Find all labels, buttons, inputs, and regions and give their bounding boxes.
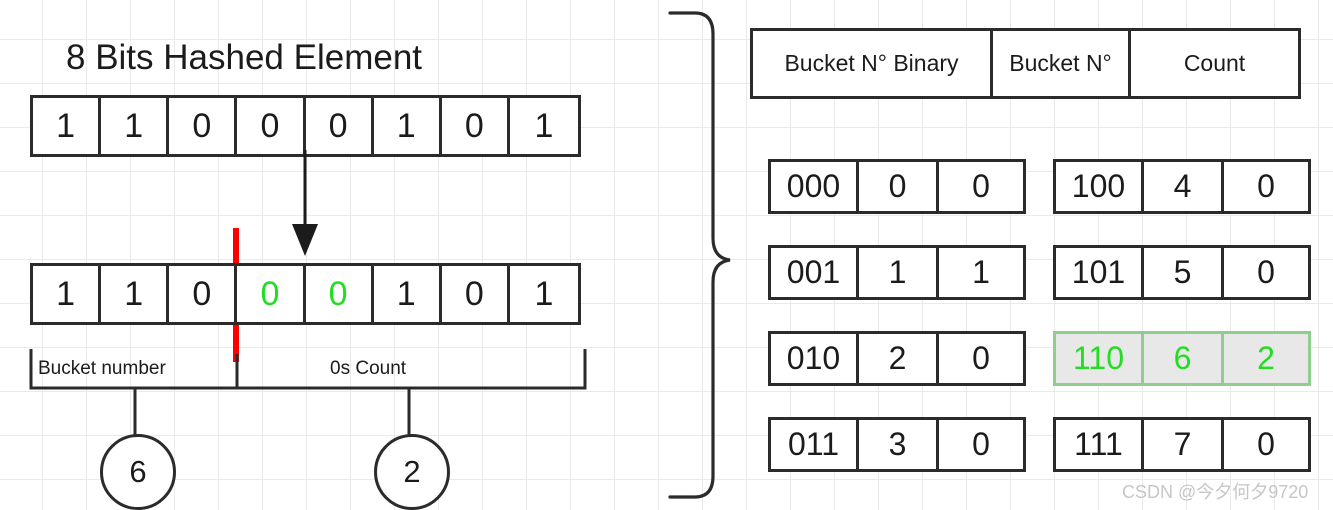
bucket-left-2-number: 2	[859, 334, 939, 383]
bucket-right-0-binary: 100	[1056, 162, 1144, 211]
bucket-right-1-number: 5	[1144, 248, 1224, 297]
bucket-right-3-number: 7	[1144, 420, 1224, 469]
bucket-table-header: Bucket N° Binary Bucket N° Count	[750, 28, 1301, 99]
bit-cell-split-1: 1	[101, 266, 170, 322]
header-cell-count: Count	[1131, 31, 1298, 96]
table-row: 111 7 0	[1053, 417, 1311, 472]
bucket-left-1-count: 1	[972, 254, 990, 290]
bit-cell-top-4: 0	[305, 98, 374, 154]
bit-cell-top-6: 0	[441, 98, 510, 154]
table-row: 010 2 0	[768, 331, 1026, 386]
header-cell-bucket-number: Bucket N°	[993, 31, 1131, 96]
bit-cell-top-0: 1	[33, 98, 102, 154]
bit-cell-split-5: 1	[373, 266, 442, 322]
diagram-canvas: 8 Bits Hashed Element 11000101 11000101 …	[0, 0, 1333, 510]
table-row: 000 0 0	[768, 159, 1026, 214]
header-cell-bucket-binary: Bucket N° Binary	[753, 31, 993, 96]
down-arrow-icon	[292, 150, 318, 256]
bucket-left-0-count: 0	[972, 168, 990, 204]
bucket-right-0-count: 0	[1257, 168, 1275, 204]
bucket-right-3-count: 0	[1257, 426, 1275, 462]
table-row: 011 3 0	[768, 417, 1026, 472]
bucket-left-3-binary: 011	[771, 420, 859, 469]
bucket-left-3-number: 3	[859, 420, 939, 469]
table-row: 101 5 0	[1053, 245, 1311, 300]
grouping-brace-icon	[668, 11, 731, 499]
bit-cell-split-3: 0	[237, 266, 306, 322]
bucket-left-2-count: 0	[972, 340, 990, 376]
table-row: 001 1 1	[768, 245, 1026, 300]
bracket-label-zeros-count: 0s Count	[330, 358, 407, 379]
bit-cell-split-7: 1	[509, 266, 578, 322]
bucket-right-1-count: 0	[1257, 254, 1275, 290]
bit-cell-top-5: 1	[373, 98, 442, 154]
hashed-bits-row-top: 11000101	[30, 95, 581, 157]
bucket-right-2-count: 2	[1257, 340, 1275, 376]
bucket-right-3-binary: 111	[1056, 420, 1144, 469]
table-row: 110 6 2	[1053, 331, 1311, 386]
bucket-right-2-binary: 110	[1056, 334, 1144, 383]
bucket-left-1-number: 1	[859, 248, 939, 297]
bucket-right-2-number: 6	[1144, 334, 1224, 383]
bit-cell-top-3: 0	[237, 98, 306, 154]
watermark-text: CSDN @今夕何夕9720	[1122, 482, 1309, 502]
bit-cell-split-0: 1	[33, 266, 102, 322]
table-row: 100 4 0	[1053, 159, 1311, 214]
result-circle-bucket-number: 6	[100, 434, 176, 510]
bucket-left-1-binary: 001	[771, 248, 859, 297]
bucket-left-2-binary: 010	[771, 334, 859, 383]
bucket-right-0-number: 4	[1144, 162, 1224, 211]
bit-cell-split-4: 0	[305, 266, 374, 322]
bit-cell-top-2: 0	[169, 98, 238, 154]
hashed-bits-row-split: 11000101	[30, 263, 581, 325]
bit-cell-split-6: 0	[441, 266, 510, 322]
bit-cell-split-2: 0	[169, 266, 238, 322]
bucket-left-0-number: 0	[859, 162, 939, 211]
bucket-right-1-binary: 101	[1056, 248, 1144, 297]
bit-cell-top-7: 1	[509, 98, 578, 154]
result-circle-zeros-count: 2	[374, 434, 450, 510]
bucket-left-0-binary: 000	[771, 162, 859, 211]
bit-cell-top-1: 1	[101, 98, 170, 154]
bucket-left-3-count: 0	[972, 426, 990, 462]
bracket-label-bucket-number: Bucket number	[38, 358, 166, 379]
page-title: 8 Bits Hashed Element	[66, 38, 423, 77]
